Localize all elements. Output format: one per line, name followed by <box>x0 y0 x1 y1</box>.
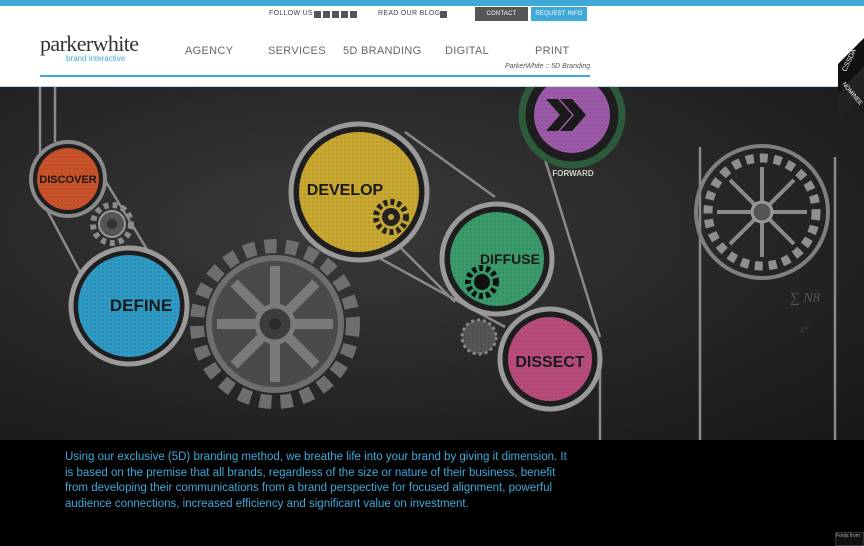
forward-label: FORWARD <box>552 169 593 178</box>
nav-item-services[interactable]: SERVICES <box>268 45 326 57</box>
contact-button[interactable]: CONTACT <box>475 7 528 21</box>
large-gear-icon <box>190 239 360 409</box>
dotted-gear-icon <box>460 318 498 356</box>
twitter-icon[interactable] <box>332 11 339 18</box>
site-header: FOLLOW US READ OUR BLOG CONTACT REQUEST … <box>0 6 864 87</box>
five-d-description: Using our exclusive (5D) branding method… <box>65 451 567 510</box>
rss-icon[interactable] <box>350 11 357 18</box>
wheel-icon <box>694 144 830 280</box>
discover-label: DISCOVER <box>39 174 97 186</box>
hero-graphic: ∑ N8 x² DISCOVER DEFINE DEVELOP DIFFUSE … <box>0 87 864 440</box>
cssda-nominee-ribbon[interactable]: CSSDA NOMINEE <box>838 38 864 122</box>
blog-link[interactable]: READ OUR BLOG <box>378 10 440 17</box>
develop-label: DEVELOP <box>307 182 384 199</box>
breadcrumb: ParkerWhite :: 5D Branding <box>505 63 591 70</box>
define-label: DEFINE <box>110 296 172 315</box>
linkedin-icon[interactable] <box>341 11 348 18</box>
dissect-label: DISSECT <box>515 354 585 371</box>
social-icons <box>314 11 357 18</box>
request-info-button[interactable]: REQUEST INFO <box>531 7 587 21</box>
fonts-badge[interactable]: Fonts from <box>835 532 864 546</box>
nav-item-agency[interactable]: AGENCY <box>185 45 233 57</box>
description-section: Using our exclusive (5D) branding method… <box>0 440 864 546</box>
logo-name: parkerwhite <box>40 31 139 56</box>
small-gear-icon <box>90 202 134 246</box>
nav-item-print[interactable]: PRINT <box>535 45 570 57</box>
forward-circle[interactable] <box>518 87 626 169</box>
site-logo[interactable]: parkerwhite brand interactive <box>40 31 139 64</box>
gear-illustration: ∑ N8 x² DISCOVER DEFINE DEVELOP DIFFUSE … <box>29 87 837 440</box>
facebook-icon[interactable] <box>314 11 321 18</box>
header-rule <box>40 75 590 77</box>
follow-us-label: FOLLOW US <box>269 10 313 17</box>
svg-text:x²: x² <box>799 323 809 335</box>
diffuse-label: DIFFUSE <box>480 251 540 267</box>
nav-item-5d-branding[interactable]: 5D BRANDING <box>343 45 421 57</box>
blog-icon-wrap <box>440 11 447 18</box>
google-plus-icon[interactable] <box>323 11 330 18</box>
nav-item-digital[interactable]: DIGITAL <box>445 45 489 57</box>
svg-text:∑ N8: ∑ N8 <box>790 291 820 306</box>
blog-icon[interactable] <box>440 11 447 18</box>
